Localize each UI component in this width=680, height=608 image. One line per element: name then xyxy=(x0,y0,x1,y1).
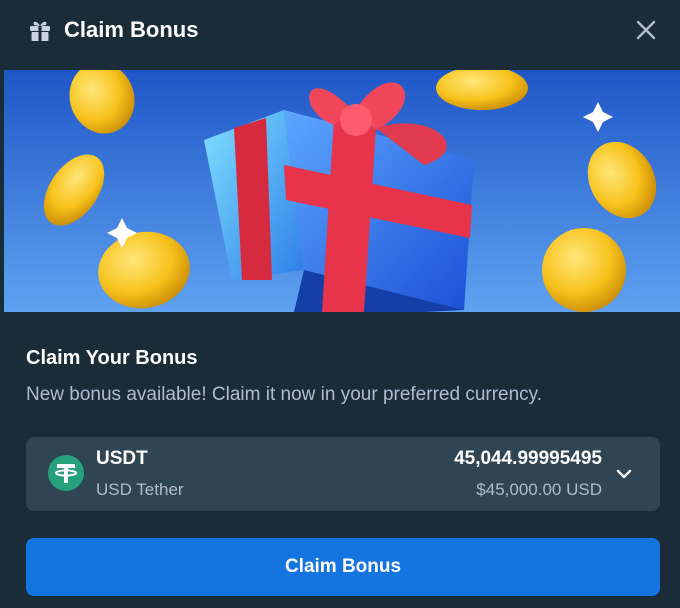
currency-select[interactable]: USDT USD Tether 45,044.99995495 $45,000.… xyxy=(26,437,660,511)
chevron-down-icon[interactable] xyxy=(614,464,634,484)
bonus-amount: 45,044.99995495 xyxy=(454,448,602,469)
claim-bonus-button[interactable]: Claim Bonus xyxy=(26,538,660,596)
bonus-fiat-value: $45,000.00 USD xyxy=(476,480,602,499)
content-description: New bonus available! Claim it now in you… xyxy=(26,384,543,405)
gift-icon xyxy=(30,21,50,41)
close-icon[interactable] xyxy=(630,14,662,46)
gift-illustration xyxy=(4,70,680,312)
modal-header: Claim Bonus xyxy=(0,0,680,62)
tether-icon xyxy=(48,455,84,491)
content-title: Claim Your Bonus xyxy=(26,347,198,369)
bonus-banner-image xyxy=(4,70,680,312)
modal-title: Claim Bonus xyxy=(64,17,199,42)
claim-bonus-modal: Claim Bonus Claim Your Bonus New bonus a… xyxy=(0,0,680,608)
currency-code: USDT xyxy=(96,448,148,469)
currency-name: USD Tether xyxy=(96,480,184,499)
